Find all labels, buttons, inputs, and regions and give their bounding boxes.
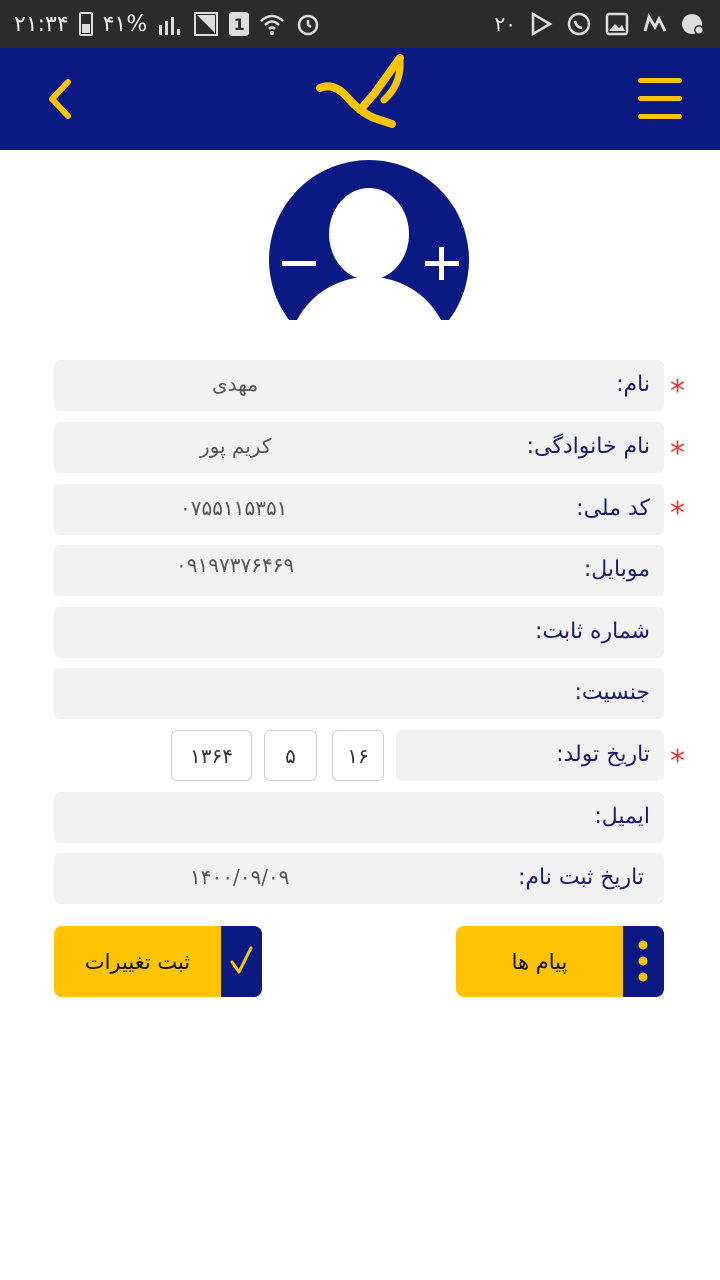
profile-avatar[interactable] <box>269 152 469 322</box>
birth-date-label: تاریخ تولد: <box>556 742 650 767</box>
first-name-field[interactable]: نام: مهدی <box>54 360 664 411</box>
settings-notification-icon <box>682 14 704 35</box>
first-name-value: مهدی <box>212 372 259 396</box>
register-date-value: ۱۴۰۰/۰۹/۰۹ <box>190 865 290 889</box>
national-code-value: ۰۷۵۵۱۱۵۳۵۱ <box>180 496 288 520</box>
messages-side <box>623 926 664 997</box>
chevron-left-icon <box>49 79 71 119</box>
checkmark-icon <box>230 946 253 974</box>
mobile-label: موبایل: <box>583 557 650 582</box>
more-vertical-icon <box>638 940 648 982</box>
app-icon <box>643 13 667 32</box>
sim-icon: 1 <box>229 12 250 36</box>
gender-field[interactable]: جنسیت: <box>54 668 664 719</box>
app-bar <box>0 48 720 150</box>
gender-label: جنسیت: <box>574 680 650 705</box>
required-mark: * <box>670 496 685 531</box>
battery-icon <box>78 12 93 36</box>
save-changes-label: ثبت تغییرات <box>54 926 221 997</box>
birth-year-input[interactable]: ۱۳۶۴ <box>171 730 252 781</box>
signal-icon <box>159 17 181 35</box>
required-mark: * <box>670 436 685 471</box>
mobile-value: ۰۹۱۹۷۳۷۶۴۶۹ <box>176 553 295 577</box>
last-name-value: کریم پور <box>200 434 272 458</box>
register-date-label: تاریخ ثبت نام: <box>518 865 644 890</box>
messages-button[interactable]: پیام ها <box>456 926 664 997</box>
menu-button[interactable] <box>638 78 682 120</box>
whatsapp-icon <box>567 12 591 36</box>
phone-label: شماره ثابت: <box>535 619 650 644</box>
mobile-field[interactable]: موبایل: ۰۹۱۹۷۳۷۶۴۶۹ <box>54 545 664 596</box>
email-field[interactable]: ایمیل: <box>54 792 664 843</box>
required-mark: * <box>670 374 685 409</box>
status-left: ۲۱:۳۴ ۴۱% 1 <box>14 0 321 48</box>
national-code-field[interactable]: کد ملی: ۰۷۵۵۱۱۵۳۵۱ <box>54 484 664 535</box>
last-name-label: نام خانوادگی: <box>526 434 650 459</box>
clock: ۲۱:۳۴ <box>14 11 69 37</box>
last-name-field[interactable]: نام خانوادگی: کریم پور <box>54 422 664 473</box>
national-code-label: کد ملی: <box>576 496 650 521</box>
birth-date-label-box: تاریخ تولد: <box>396 730 664 781</box>
wifi-icon <box>260 14 285 35</box>
play-store-icon <box>531 11 553 37</box>
save-changes-button[interactable]: ثبت تغییرات <box>54 926 262 997</box>
notification-count: ۲۰ <box>494 12 516 36</box>
required-mark: * <box>670 744 685 779</box>
save-side <box>221 926 262 997</box>
status-bar: ۲۱:۳۴ ۴۱% 1 ۲۰ <box>0 0 720 48</box>
no-signal-icon <box>194 12 219 36</box>
first-name-label: نام: <box>616 372 650 397</box>
register-date-field: تاریخ ثبت نام: ۱۴۰۰/۰۹/۰۹ <box>54 853 664 904</box>
email-label: ایمیل: <box>594 804 650 829</box>
alarm-icon <box>297 14 319 36</box>
back-button[interactable] <box>40 76 80 122</box>
birth-month-input[interactable]: ۵ <box>264 730 317 781</box>
phone-field[interactable]: شماره ثابت: <box>54 607 664 658</box>
birth-day-input[interactable]: ۱۶ <box>332 730 384 781</box>
minus-icon[interactable] <box>282 261 316 266</box>
battery-percent: ۴۱% <box>102 11 148 37</box>
post-logo-icon <box>316 54 404 128</box>
messages-label: پیام ها <box>456 926 623 997</box>
status-right: ۲۰ <box>495 0 706 48</box>
gallery-icon <box>605 12 629 36</box>
